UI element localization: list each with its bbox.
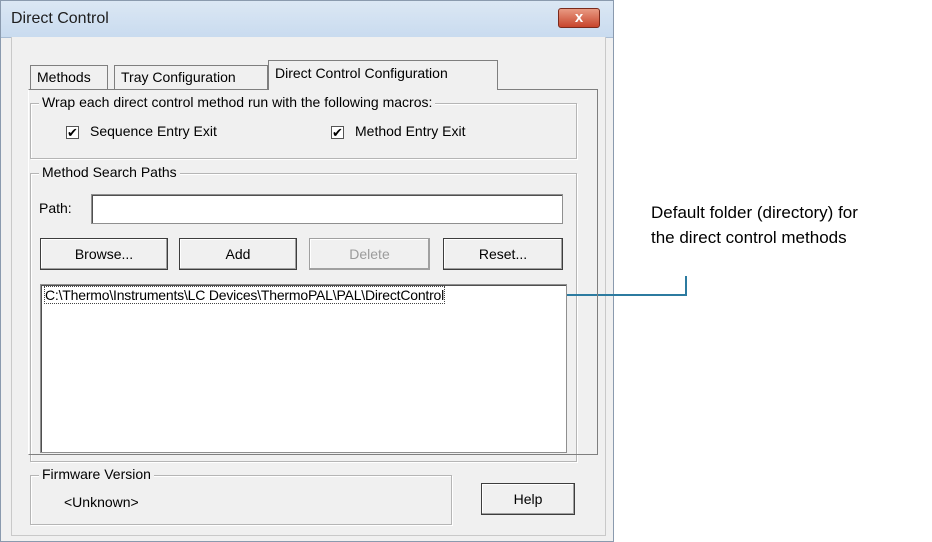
help-button[interactable]: Help — [481, 483, 575, 515]
callout-line-2: the direct control methods — [651, 228, 847, 247]
tab-methods-label: Methods — [37, 69, 91, 85]
tab-tray-configuration[interactable]: Tray Configuration — [114, 65, 268, 89]
firmware-version-value: <Unknown> — [64, 494, 139, 510]
window-title: Direct Control — [11, 10, 109, 27]
tab-methods[interactable]: Methods — [30, 65, 108, 89]
title-bar[interactable]: Direct Control x — [1, 1, 613, 38]
close-icon: x — [574, 9, 584, 26]
firmware-version-legend: Firmware Version — [39, 466, 154, 482]
tab-direct-control-configuration[interactable]: Direct Control Configuration — [268, 60, 498, 90]
close-button[interactable]: x — [558, 8, 600, 28]
search-paths-listbox[interactable]: C:\Thermo\Instruments\LC Devices\ThermoP… — [40, 284, 567, 453]
callout-line-1: Default folder (directory) for — [651, 203, 858, 222]
callout-annotation: Default folder (directory) for the direc… — [651, 200, 921, 250]
list-item[interactable]: C:\Thermo\Instruments\LC Devices\ThermoP… — [43, 286, 446, 304]
tab-direct-control-configuration-label: Direct Control Configuration — [275, 65, 448, 81]
tab-tray-configuration-label: Tray Configuration — [121, 69, 236, 85]
